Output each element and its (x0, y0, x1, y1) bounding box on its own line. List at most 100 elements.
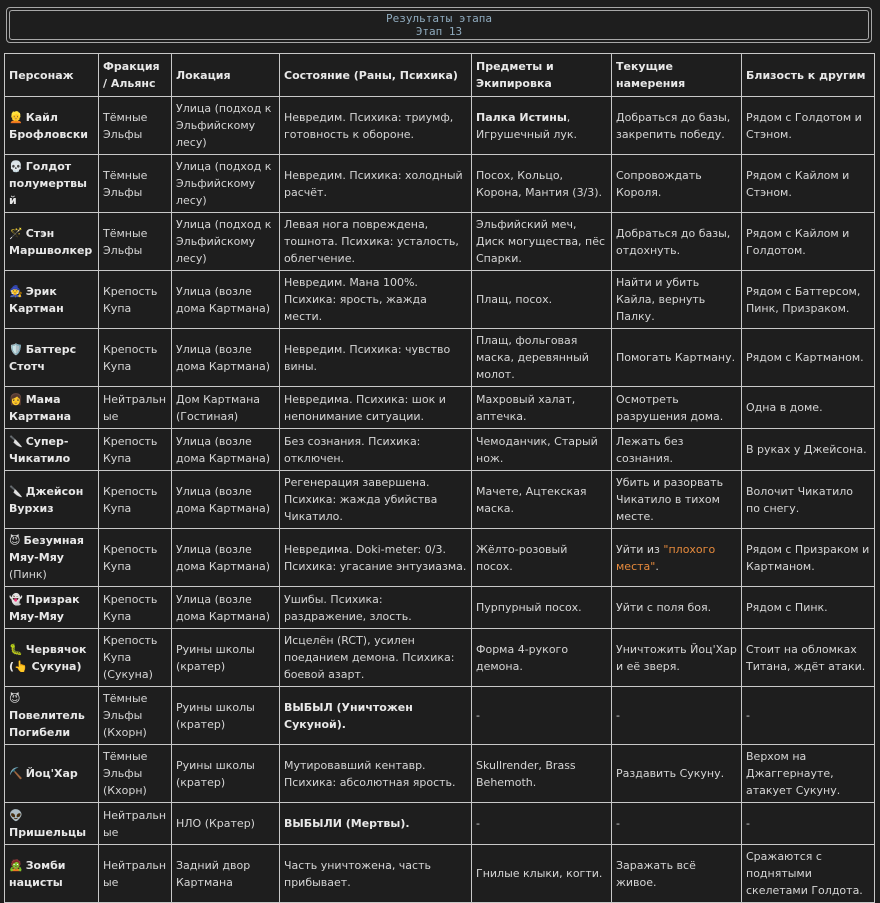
faction-cell: Нейтральные (98, 386, 172, 429)
location-cell: Руины школы (кратер) (171, 686, 280, 745)
status-cell: ВЫБЫЛИ (Мертвы). (279, 802, 472, 845)
proximity-text: В руках у Джейсона. (746, 443, 867, 456)
items-text: Посох, Кольцо, Корона, Мантия (3/3). (476, 168, 603, 199)
location-cell: НЛО (Кратер) (171, 802, 280, 845)
location-text: Улица (возле дома Картмана) (176, 342, 271, 373)
proximity-cell: Рядом с Кайлом и Стэном. (741, 154, 875, 213)
location-cell: Улица (возле дома Картмана) (171, 270, 280, 329)
faction-cell: Крепость Купа (98, 428, 172, 471)
table-row: 🔪 Супер-Чикатило Крепость Купа Улица (возле… (4, 428, 875, 471)
intent-text: Добраться до базы, закрепить победу. (616, 110, 731, 141)
header-status: Состояние (Раны, Психика) (279, 53, 472, 97)
character-name: Йоц'Хар (25, 767, 78, 780)
faction-text: Крепость Купа (103, 592, 158, 623)
location-text: Улица (возле дома Картмана) (176, 542, 271, 573)
faction-cell: Нейтральные (98, 802, 172, 845)
table-row: 👩 Мама Картмана Нейтральные Дом Картмана (Г… (4, 386, 875, 429)
items-text: Чемоданчик, Старый нож. (476, 434, 598, 465)
location-cell: Руины школы (кратер) (171, 744, 280, 803)
location-cell: Улица (возле дома Картмана) (171, 328, 280, 387)
status-cell: Невредим. Психика: триумф, готовность к … (279, 96, 472, 155)
location-text: Улица (подход к Эльфийскому лесу) (176, 218, 272, 265)
location-text: Улица (подход к Эльфийскому лесу) (176, 160, 272, 207)
faction-cell: Крепость Купа (98, 270, 172, 329)
header-proximity: Близость к другим (741, 53, 875, 97)
items-cell: Посох, Кольцо, Корона, Мантия (3/3). (471, 154, 612, 213)
location-cell: Улица (возле дома Картмана) (171, 428, 280, 471)
proximity-text: Рядом с Пинк. (746, 601, 828, 614)
proximity-cell: Рядом с Голдотом и Стэном. (741, 96, 875, 155)
header-location: Локация (171, 53, 280, 97)
table-row: 🐛 Червячок (👆 Сукуна) Крепость Купа (Сукун… (4, 628, 875, 687)
intent-text: Раздавить Сукуну. (616, 767, 725, 780)
character-icon: 👽 (9, 808, 23, 822)
character-cell: 🔪 Супер-Чикатило (4, 428, 99, 471)
location-cell: Улица (возле дома Картмана) (171, 470, 280, 529)
proximity-cell: Волочит Чикатило по снегу. (741, 470, 875, 529)
character-cell: 💀 Голдот полумертвый (4, 154, 99, 213)
proximity-text: Волочит Чикатило по снегу. (746, 484, 853, 515)
table-header-row: Персонаж Фракция / Альянс Локация Состоя… (4, 53, 875, 97)
location-text: Улица (возле дома Картмана) (176, 434, 271, 465)
character-icon: 👱 (9, 110, 23, 124)
proximity-text: Рядом с Призраком и Картманом. (746, 542, 870, 573)
status-text: Невредима. Психика: шок и непонимание си… (284, 392, 446, 423)
table-row: 😈 Повелитель Погибели Тёмные Эльфы (Кхорн)… (4, 686, 875, 745)
items-text: Гнилые клыки, когти. (476, 867, 603, 880)
intent-cell: Раздавить Сукуну. (611, 744, 742, 803)
location-cell: Улица (подход к Эльфийскому лесу) (171, 154, 280, 213)
character-cell: 👻 Призрак Мяу-Мяу (4, 586, 99, 629)
proximity-text: Рядом с Баттерсом, Пинк, Призраком. (746, 284, 861, 315)
faction-text: Нейтральные (103, 808, 167, 839)
location-text: Дом Картмана (Гостиная) (176, 392, 261, 423)
items-text: - (476, 817, 480, 830)
intent-cell: - (611, 686, 742, 745)
pointing-hand-icon: 👆 (14, 659, 28, 673)
intent-cell: Уничтожить Йоц'Хар и её зверя. (611, 628, 742, 687)
character-icon: 🪄 (9, 226, 23, 240)
faction-text: Крепость Купа (103, 434, 158, 465)
faction-text: Нейтральные (103, 858, 167, 889)
character-cell: 🔪 Джейсон Вурхиз (4, 470, 99, 529)
character-cell: ⛏️ Йоц'Хар (4, 744, 99, 803)
location-cell: Улица (возле дома Картмана) (171, 586, 280, 629)
status-cell: Невредима. Doki-meter: 0/3. Психика: уга… (279, 528, 472, 587)
status-cell: Исцелён (RCT), усилен поеданием демона. … (279, 628, 472, 687)
status-text: Левая нога повреждена, тошнота. Психика:… (284, 218, 459, 265)
location-text: Улица (возле дома Картмана) (176, 484, 271, 515)
status-cell: ВЫБЫЛ (Уничтожен Сукуной). (279, 686, 472, 745)
proximity-cell: В руках у Джейсона. (741, 428, 875, 471)
location-text: Задний двор Картмана (176, 858, 251, 889)
character-cell: 🪄 Стэн Маршволкер (4, 212, 99, 271)
character-cell: 👩 Мама Картмана (4, 386, 99, 429)
header-intent: Текущие намерения (611, 53, 742, 97)
faction-text: Тёмные Эльфы (Кхорн) (103, 692, 148, 739)
location-text: Улица (возле дома Картмана) (176, 284, 271, 315)
status-text: Ушибы. Психика: раздражение, злость. (284, 592, 412, 623)
character-icon: 🧟 (9, 858, 23, 872)
faction-text: Крепость Купа (Сукуна) (103, 634, 158, 681)
status-cell: Регенерация завершена. Психика: жажда уб… (279, 470, 472, 529)
character-icon: 🧙 (9, 284, 23, 298)
proximity-cell: Рядом с Картманом. (741, 328, 875, 387)
items-text: Пурпурный посох. (476, 601, 582, 614)
intent-text: Уничтожить Йоц'Хар и её зверя. (616, 642, 737, 673)
intent-text: Помогать Картману. (616, 351, 736, 364)
character-icon: 😈 (9, 534, 21, 547)
location-text: Улица (подход к Эльфийскому лесу) (176, 102, 272, 149)
items-text: Эльфийский меч, Диск могущества, пёс Спа… (476, 218, 606, 265)
proximity-text: - (746, 817, 750, 830)
items-text: - (476, 709, 480, 722)
character-icon: 👩 (9, 392, 23, 406)
items-cell: Мачете, Ацтекская маска. (471, 470, 612, 529)
proximity-cell: Рядом с Призраком и Картманом. (741, 528, 875, 587)
location-cell: Улица (возле дома Картмана) (171, 528, 280, 587)
status-cell: Невредим. Мана 100%. Психика: ярость, жа… (279, 270, 472, 329)
status-text: Мутировавший кентавр. Психика: абсолютна… (284, 758, 456, 789)
character-name: Пришельцы (9, 825, 87, 839)
status-cell: Левая нога повреждена, тошнота. Психика:… (279, 212, 472, 271)
proximity-text: Рядом с Голдотом и Стэном. (746, 110, 862, 141)
items-cell: Плащ, посох. (471, 270, 612, 329)
proximity-cell: - (741, 802, 875, 845)
header-faction: Фракция / Альянс (98, 53, 172, 97)
